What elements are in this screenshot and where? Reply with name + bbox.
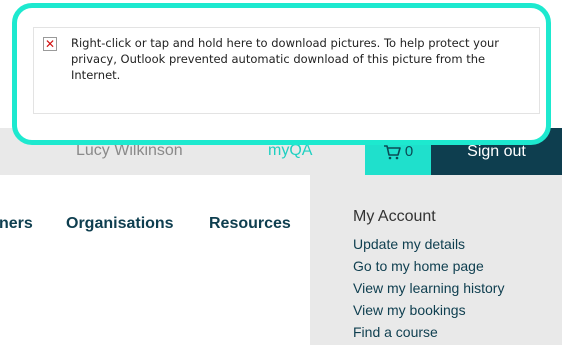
- nav-item-partners[interactable]: ners: [0, 215, 33, 233]
- account-link-bookings[interactable]: View my bookings: [353, 302, 466, 318]
- cart-icon: [383, 144, 401, 159]
- account-link-home-page[interactable]: Go to my home page: [353, 258, 484, 274]
- notice-text: Right-click or tap and hold here to down…: [71, 36, 499, 82]
- account-link-learning-history[interactable]: View my learning history: [353, 280, 504, 296]
- account-heading: My Account: [353, 208, 436, 225]
- blocked-picture-notice[interactable]: ✕ Right-click or tap and hold here to do…: [33, 27, 540, 114]
- account-link-find-course[interactable]: Find a course: [353, 324, 438, 340]
- broken-image-icon: ✕: [43, 37, 57, 51]
- cart-count: 0: [404, 143, 414, 160]
- nav-item-resources[interactable]: Resources: [209, 215, 291, 233]
- account-links: Update my details Go to my home page Vie…: [353, 233, 504, 343]
- nav-item-organisations[interactable]: Organisations: [66, 215, 174, 233]
- image-blocked-overlay: ✕ Right-click or tap and hold here to do…: [12, 3, 551, 145]
- main-nav: ners Organisations Resources: [0, 215, 310, 239]
- account-menu: My Account Update my details Go to my ho…: [310, 175, 562, 345]
- account-link-update-details[interactable]: Update my details: [353, 236, 465, 252]
